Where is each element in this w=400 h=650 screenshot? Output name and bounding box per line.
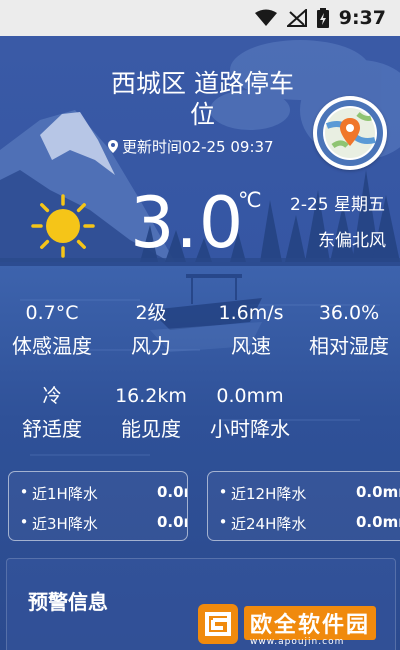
map-button[interactable] xyxy=(313,96,387,170)
update-time: 更新时间02-25 09:37 xyxy=(122,137,274,156)
metric-humidity: 36.0% 相对湿度 xyxy=(302,301,396,359)
metric-label: 能见度 xyxy=(121,417,181,441)
wifi-icon xyxy=(254,9,277,26)
metric-wind-speed: 1.6m/s 风速 xyxy=(208,301,294,359)
precip-row-1h: • 近1H降水 0.0mm xyxy=(9,483,187,505)
metric-label: 舒适度 xyxy=(22,417,82,441)
watermark-brand: 欧全软件园 xyxy=(244,606,377,640)
temperature-unit: ℃ xyxy=(238,188,262,212)
metric-value: 16.2km xyxy=(115,385,187,407)
metric-value: 0.0mm xyxy=(216,385,284,407)
warning-title: 预警信息 xyxy=(28,590,108,614)
precip-value: 0.0mm xyxy=(356,513,400,531)
watermark-url: www.apoujin.com xyxy=(250,637,345,647)
bullet: • xyxy=(218,483,228,501)
clock: 9:37 xyxy=(338,7,386,29)
battery-charging-icon xyxy=(316,8,329,28)
metric-visibility: 16.2km 能见度 xyxy=(108,384,194,442)
metric-label: 风速 xyxy=(231,334,271,358)
metric-feels-like: 0.7°C 体感温度 xyxy=(6,301,98,359)
metric-value: 2级 xyxy=(135,302,167,324)
metric-label: 小时降水 xyxy=(210,417,290,441)
bullet: • xyxy=(19,513,29,531)
precip-value: 0.0mm xyxy=(157,513,187,531)
precip-value: 0.0mm xyxy=(356,483,400,501)
sunny-icon xyxy=(31,194,95,258)
status-bar: 9:37 xyxy=(0,0,400,36)
precipitation-card-long: • 近12H降水 0.0mm • 近24H降水 0.0mm xyxy=(207,471,400,541)
weather-screen: 9:37 西城区 道路停车位 更新时间02-25 09:37 3.0 ℃ 2-2… xyxy=(0,0,400,650)
precip-row-24h: • 近24H降水 0.0mm xyxy=(208,513,400,535)
update-time-row: 更新时间02-25 09:37 xyxy=(108,135,274,157)
watermark: 欧全软件园 www.apoujin.com xyxy=(196,600,400,650)
metric-label: 体感温度 xyxy=(12,334,92,358)
precip-label: 近12H降水 xyxy=(231,485,307,503)
metric-comfort: 冷 舒适度 xyxy=(6,384,98,442)
status-icons: 9:37 xyxy=(254,0,386,36)
watermark-logo-icon xyxy=(198,604,238,644)
location-title: 西城区 道路停车位 xyxy=(111,69,294,129)
wind-direction: 东偏北风 xyxy=(318,231,386,251)
no-signal-icon xyxy=(286,9,307,27)
map-icon xyxy=(317,100,383,166)
current-date: 2-25 星期五 xyxy=(290,195,385,215)
metric-label: 风力 xyxy=(131,334,171,358)
location-pin-icon xyxy=(108,139,118,153)
precip-value: 0.0mm xyxy=(157,483,187,501)
bullet: • xyxy=(218,513,228,531)
bullet: • xyxy=(19,483,29,501)
precip-row-12h: • 近12H降水 0.0mm xyxy=(208,483,400,505)
precip-label: 近3H降水 xyxy=(32,515,98,533)
metric-hourly-precipitation: 0.0mm 小时降水 xyxy=(202,384,298,442)
metric-value: 1.6m/s xyxy=(218,302,284,324)
precip-label: 近1H降水 xyxy=(32,485,98,503)
precip-label: 近24H降水 xyxy=(231,515,307,533)
metric-wind-level: 2级 风力 xyxy=(115,301,187,359)
metric-label: 相对湿度 xyxy=(309,334,389,358)
precip-row-3h: • 近3H降水 0.0mm xyxy=(9,513,187,535)
metric-value: 冷 xyxy=(42,385,62,407)
current-temperature: 3.0 xyxy=(130,182,245,264)
precipitation-card-short: • 近1H降水 0.0mm • 近3H降水 0.0mm xyxy=(8,471,188,541)
metric-value: 0.7°C xyxy=(25,302,79,324)
metric-value: 36.0% xyxy=(318,302,380,324)
